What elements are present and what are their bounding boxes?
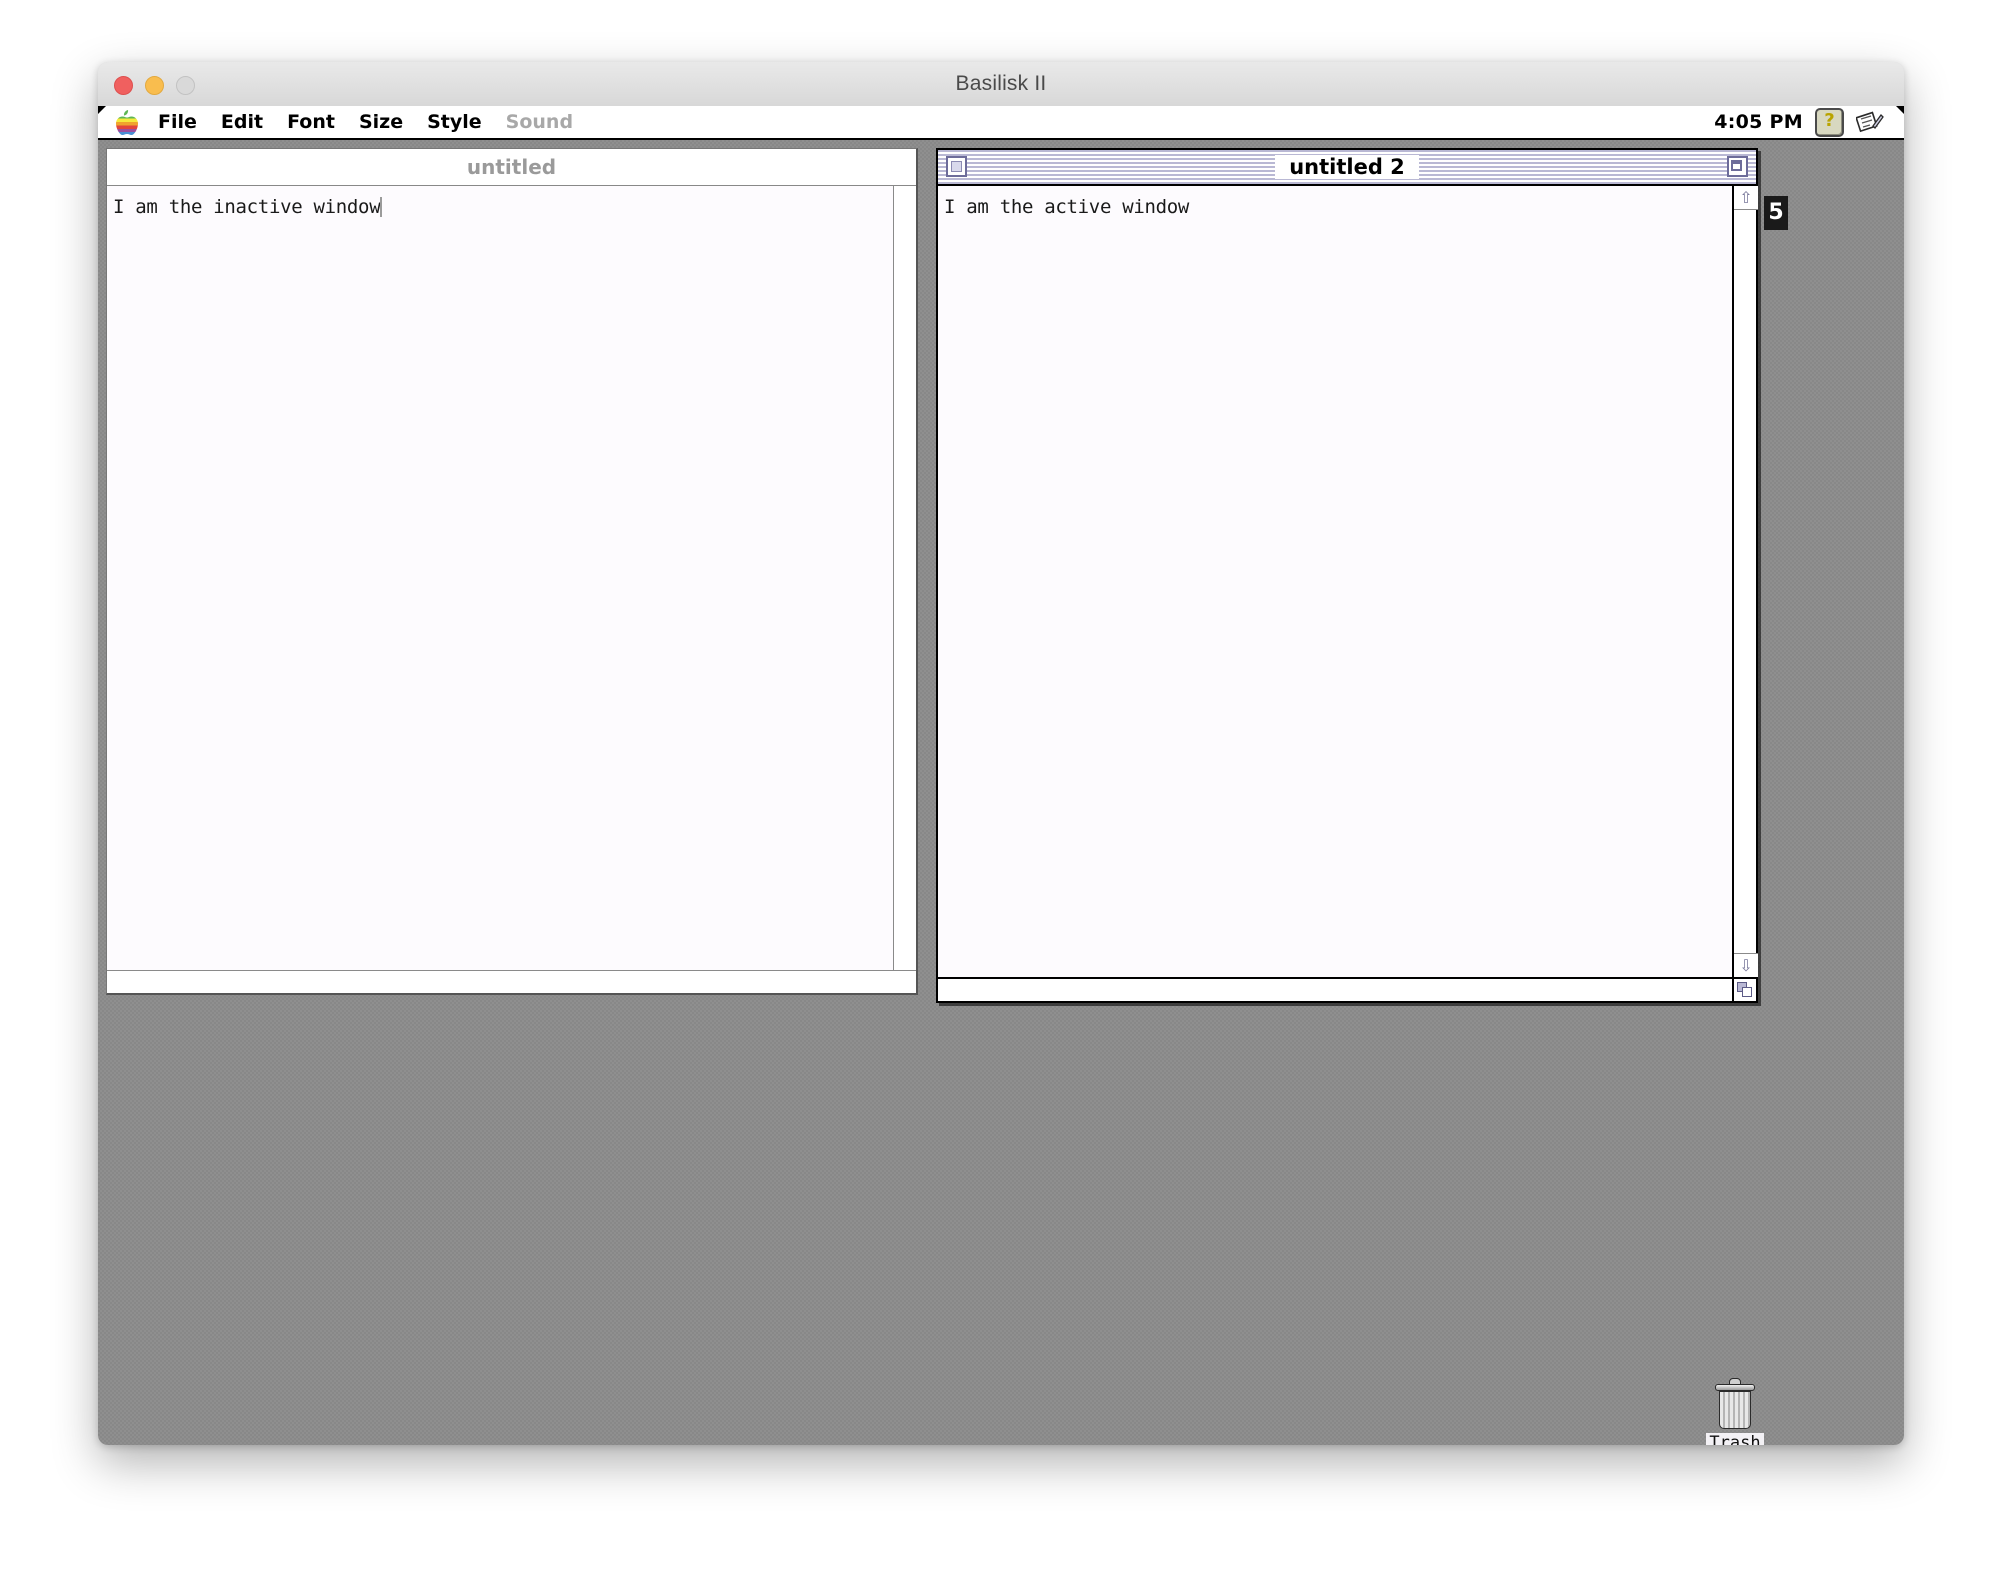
help-icon[interactable]: ? [1815,107,1844,137]
trash-body [1719,1391,1751,1429]
menu-bar-clock[interactable]: 4:05 PM [1714,111,1803,133]
scroll-down-glyph: ⇩ [1739,955,1753,975]
menu-item-edit[interactable]: Edit [209,111,275,134]
inactive-horizontal-scrollbar [107,970,916,993]
trash-lid [1715,1384,1755,1391]
active-window-text: I am the active window [944,196,1190,218]
host-window-title: Basilisk II [955,72,1047,95]
inactive-window-text: I am the inactive window [107,186,893,218]
document-window-inactive[interactable]: untitled I am the inactive window [106,148,918,995]
zoom-box-icon[interactable] [1727,156,1748,177]
menu-bar-left-group: File Edit Font Size Style Sound [98,109,585,135]
active-window-title: untitled 2 [938,154,1756,180]
active-window-title-text: untitled 2 [1275,155,1419,179]
host-titlebar[interactable]: Basilisk II [98,62,1904,107]
menu-item-style[interactable]: Style [415,111,494,134]
inactive-window-text-value: I am the inactive window [113,196,381,218]
apple-menu-icon[interactable] [116,109,138,135]
menu-bar-right-group: 4:05 PM ? [1714,107,1904,137]
document-window-active[interactable]: untitled 2 I am the active window ⇧ ⇩ [936,148,1758,1003]
active-horizontal-scrollbar[interactable] [938,977,1756,1001]
trash-label: Trash [1706,1433,1764,1445]
menu-item-font[interactable]: Font [275,111,347,134]
active-vertical-scrollbar[interactable]: ⇧ ⇩ [1732,186,1758,977]
scroll-down-arrow-icon[interactable]: ⇩ [1734,953,1758,977]
inactive-window-content[interactable]: I am the inactive window [107,186,894,971]
host-window: Basilisk II File Edit Font Size Style So… [98,62,1904,1445]
trash-can-graphic [1715,1378,1755,1430]
screen-edge-badge: 5 [1764,196,1788,230]
emulated-mac-screen: File Edit Font Size Style Sound 4:05 PM … [98,106,1904,1445]
menu-item-sound: Sound [505,110,574,133]
text-caret-inactive [380,197,383,217]
menu-item-size[interactable]: Size [347,111,415,134]
screenshot-root: Basilisk II File Edit Font Size Style So… [0,0,1999,1588]
application-menu-icon[interactable] [1855,110,1884,134]
inactive-window-titlebar[interactable]: untitled [107,149,916,186]
grow-box-icon[interactable] [1732,977,1756,1001]
inactive-vertical-scrollbar [894,186,916,971]
scroll-up-arrow-icon[interactable]: ⇧ [1734,186,1758,210]
scroll-up-glyph: ⇧ [1739,187,1753,207]
active-window-content[interactable]: I am the active window [938,186,1732,977]
active-window-titlebar[interactable]: untitled 2 [938,150,1756,186]
menu-item-file[interactable]: File [146,111,209,134]
trash-icon[interactable]: Trash [1698,1378,1772,1445]
inactive-window-title: untitled [466,155,557,179]
mac-menu-bar: File Edit Font Size Style Sound 4:05 PM … [98,106,1904,140]
